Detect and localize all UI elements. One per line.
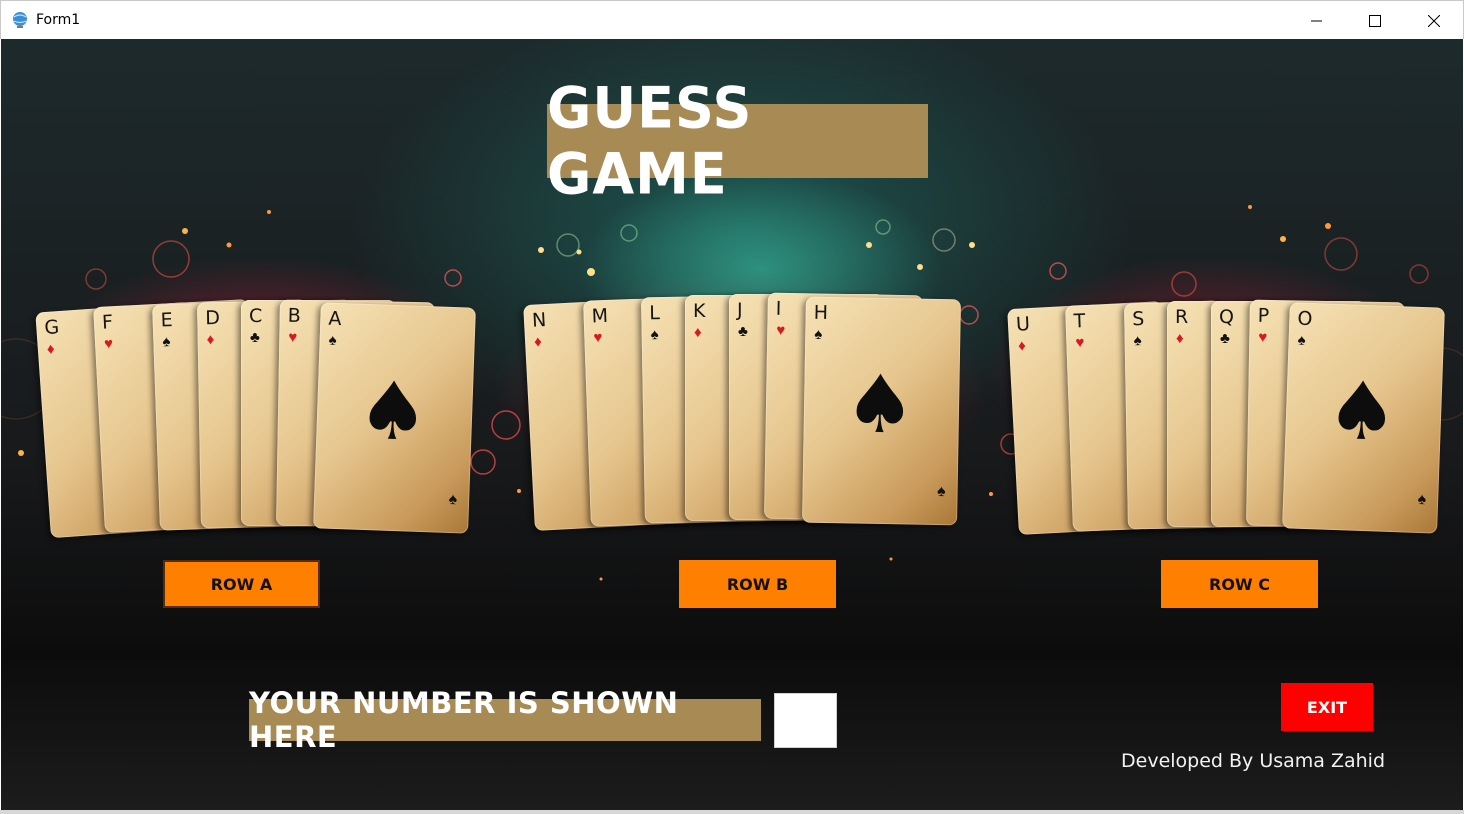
card-rank: N xyxy=(531,309,547,332)
game-title-banner: GUESS GAME xyxy=(547,75,928,207)
card-rank: S xyxy=(1132,308,1145,331)
card: A ♠ ♠ ♠ xyxy=(313,302,476,534)
card-rank: A xyxy=(328,307,342,331)
maximize-icon xyxy=(1369,14,1381,27)
card-rank: D xyxy=(205,306,221,330)
card-rank: F xyxy=(101,311,114,334)
spade-icon: ♠ xyxy=(1417,490,1427,509)
card-rank: L xyxy=(649,302,661,325)
diamond-icon: ♦ xyxy=(206,331,215,349)
spade-icon: ♠ xyxy=(843,357,917,452)
globe-icon xyxy=(13,12,27,28)
card-rank: E xyxy=(160,309,174,332)
card-rank: G xyxy=(43,316,60,340)
card-rank: R xyxy=(1175,306,1189,328)
card-rank: U xyxy=(1015,313,1031,336)
spade-icon: ♠ xyxy=(162,333,171,351)
card-rank: B xyxy=(287,304,301,328)
diamond-icon: ♦ xyxy=(1017,337,1027,355)
window-titlebar: Form1 xyxy=(0,0,1464,39)
heart-icon: ♥ xyxy=(1075,334,1085,352)
heart-icon: ♥ xyxy=(1258,328,1268,346)
card-rank: O xyxy=(1297,307,1313,331)
minimize-button[interactable] xyxy=(1288,1,1346,40)
spade-icon: ♠ xyxy=(355,363,431,460)
spade-icon: ♠ xyxy=(448,490,458,509)
diamond-icon: ♦ xyxy=(694,324,702,341)
card-rank: H xyxy=(813,301,829,325)
diamond-icon: ♦ xyxy=(46,340,56,358)
heart-icon: ♥ xyxy=(776,321,786,339)
spade-icon: ♠ xyxy=(936,482,946,501)
heart-icon: ♥ xyxy=(103,335,114,353)
spade-icon: ♠ xyxy=(328,331,337,349)
window-title: Form1 xyxy=(36,12,81,28)
maximize-button[interactable] xyxy=(1346,1,1404,40)
diamond-icon: ♦ xyxy=(533,333,543,351)
diamond-icon: ♦ xyxy=(1176,330,1184,347)
result-label: YOUR NUMBER IS SHOWN HERE xyxy=(249,686,679,754)
club-icon: ♣ xyxy=(1220,330,1230,347)
card-rank: P xyxy=(1257,304,1270,328)
card: H ♠ ♠ ♠ xyxy=(802,296,961,526)
card-rank: I xyxy=(775,297,782,320)
card-rank: C xyxy=(249,305,263,327)
exit-button[interactable]: EXIT xyxy=(1281,683,1373,731)
spade-icon: ♠ xyxy=(650,326,659,344)
spade-icon: ♠ xyxy=(1297,331,1306,349)
close-button[interactable] xyxy=(1405,1,1463,40)
game-form: GUESS GAME G ♦ F ♥ E ♠ D ♦ C ♣ B ♥ A ♠ ♠… xyxy=(1,39,1463,810)
card-rank: M xyxy=(591,304,609,328)
row-c-button[interactable]: ROW C xyxy=(1161,560,1318,608)
spade-icon: ♠ xyxy=(814,325,823,343)
heart-icon: ♥ xyxy=(288,328,298,346)
developer-credit: Developed By Usama Zahid xyxy=(1121,750,1386,772)
game-title: GUESS GAME xyxy=(547,74,753,208)
club-icon: ♣ xyxy=(738,323,748,340)
row-a-button[interactable]: ROW A xyxy=(163,560,320,608)
window-bottom-border xyxy=(0,810,1464,814)
spade-icon: ♠ xyxy=(1324,363,1400,460)
card-rank: T xyxy=(1073,310,1086,333)
result-output-box xyxy=(774,693,837,748)
close-icon xyxy=(1428,14,1440,27)
card: O ♠ ♠ ♠ xyxy=(1282,302,1445,534)
card-rank: J xyxy=(737,299,743,321)
spade-icon: ♠ xyxy=(1133,332,1142,350)
club-icon: ♣ xyxy=(250,329,260,346)
card-rank: K xyxy=(693,300,706,322)
row-b-button[interactable]: ROW B xyxy=(679,560,836,608)
heart-icon: ♥ xyxy=(593,329,603,347)
minimize-icon xyxy=(1311,20,1322,21)
result-label-banner: YOUR NUMBER IS SHOWN HERE xyxy=(249,686,761,754)
card-rank: Q xyxy=(1219,306,1234,328)
